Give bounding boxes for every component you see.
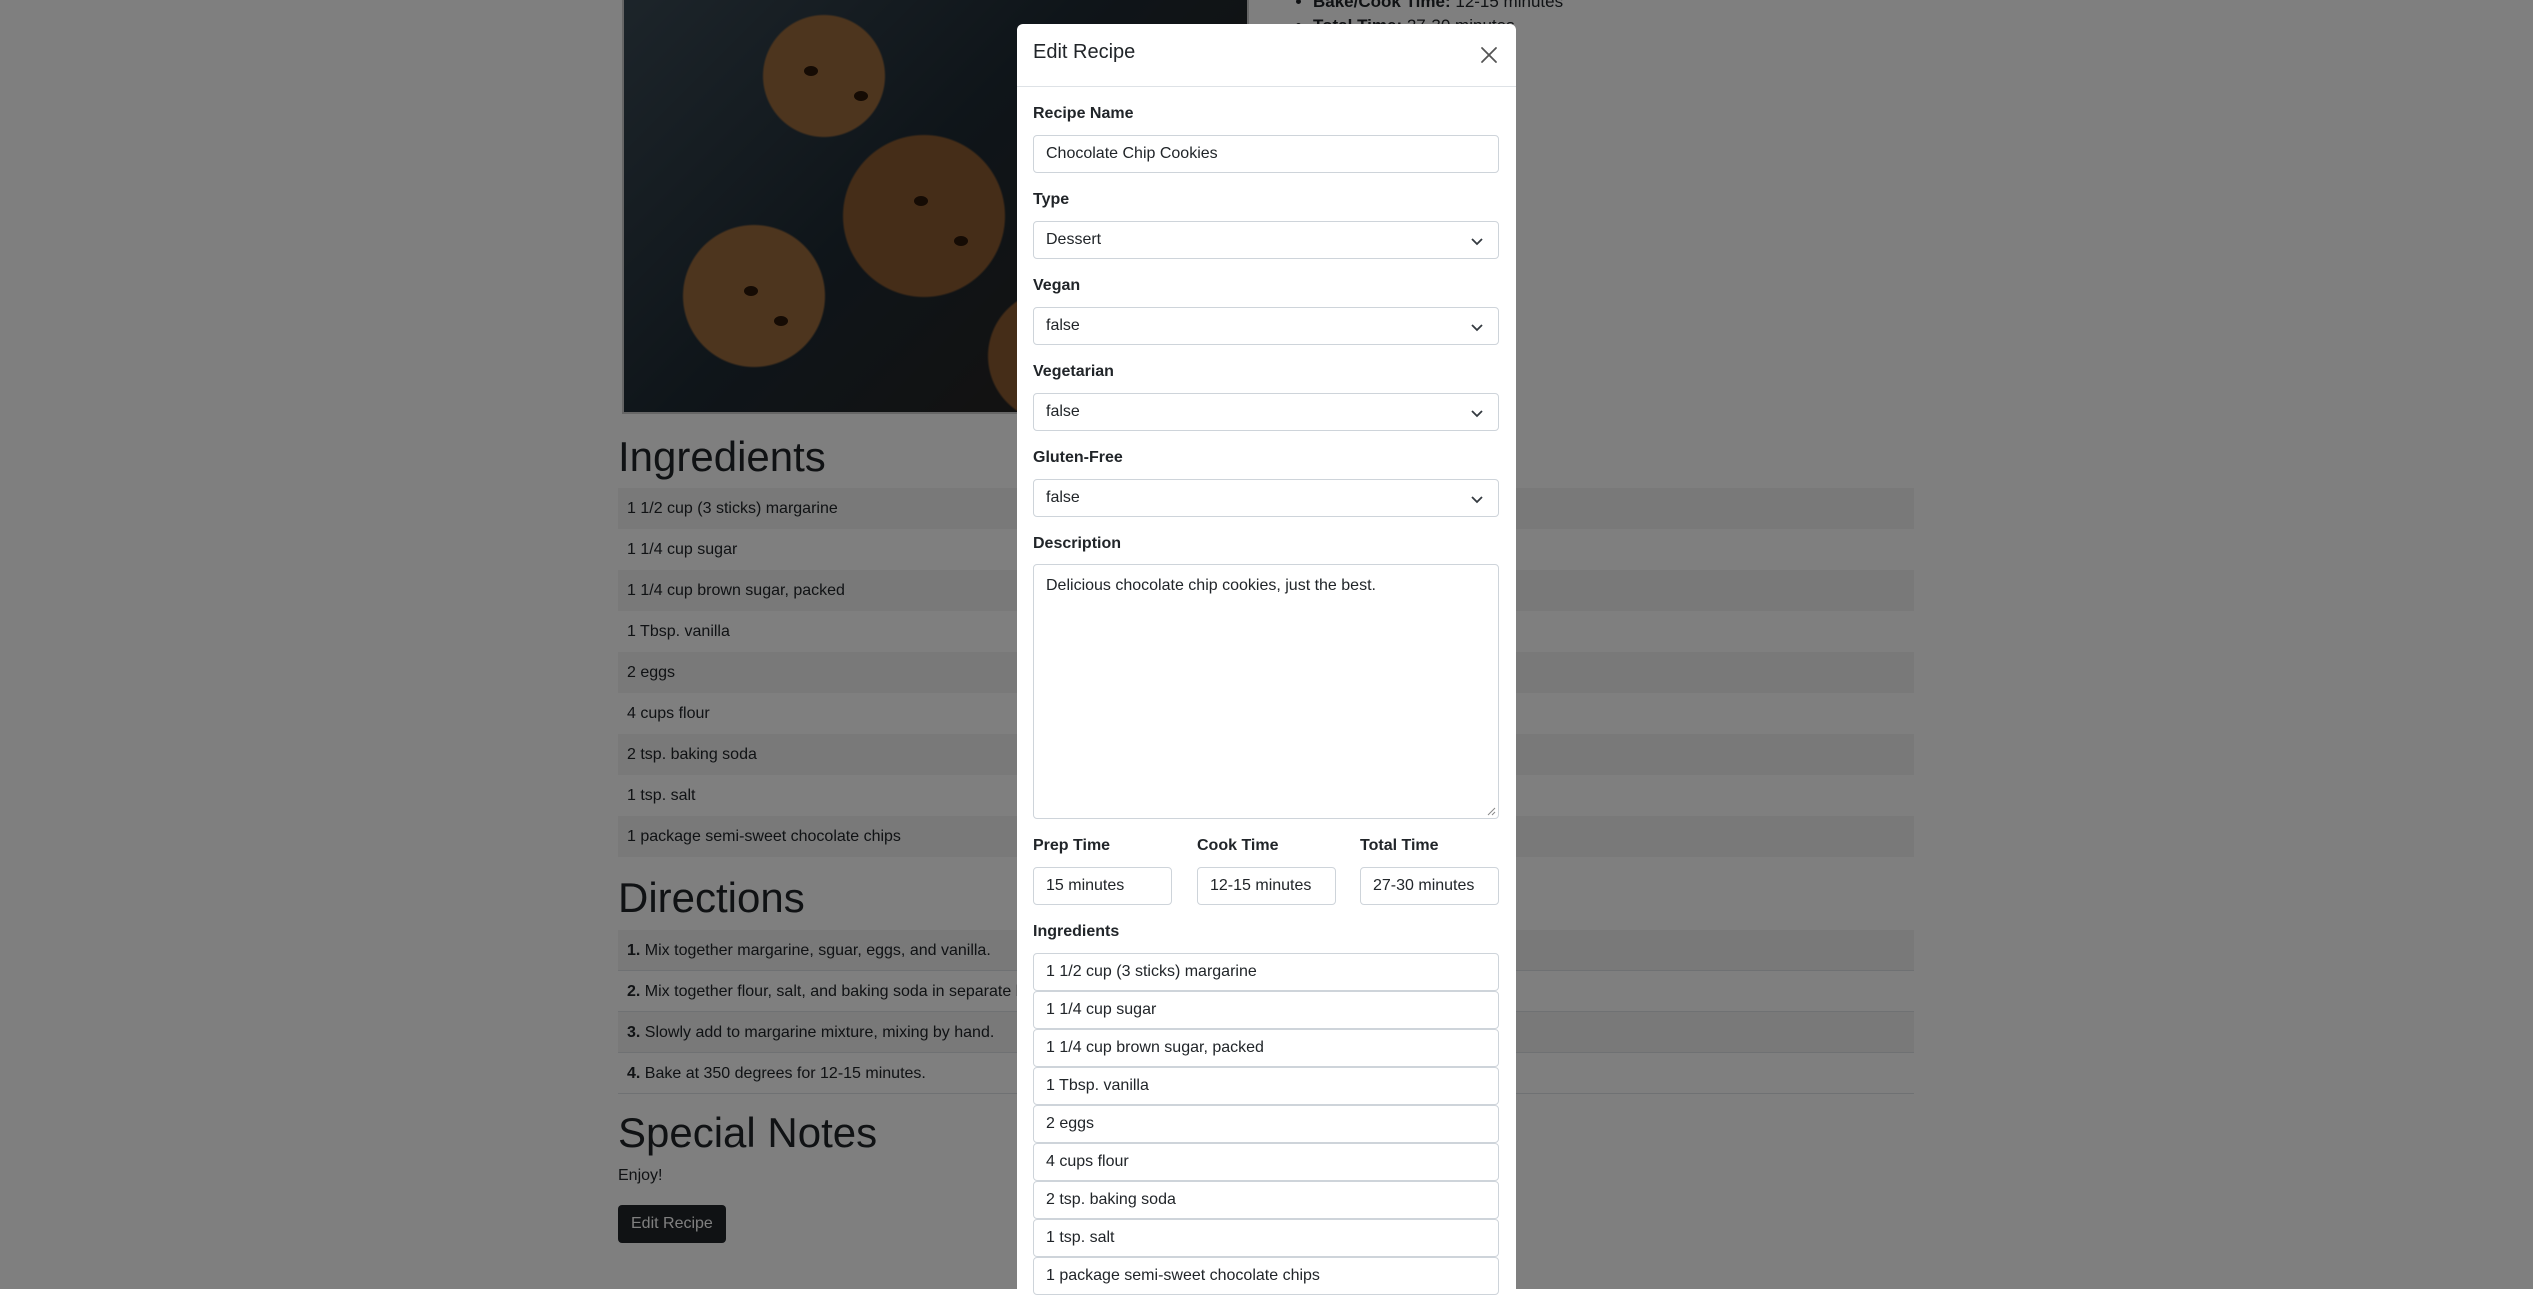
description-textarea[interactable]: Delicious chocolate chip cookies, just t… [1033, 564, 1499, 819]
chevron-down-icon [1471, 238, 1483, 246]
total-time-label: Total Time [1360, 837, 1439, 854]
ingredients-label: Ingredients [1033, 923, 1120, 940]
vegetarian-select[interactable]: false [1033, 393, 1499, 431]
type-select-value: Dessert [1046, 231, 1102, 248]
cook-time-label: Cook Time [1197, 837, 1279, 854]
prep-time-input[interactable]: 15 minutes [1033, 867, 1172, 905]
resize-grip-icon[interactable] [1486, 806, 1496, 816]
edit-recipe-modal: Edit Recipe Recipe Name Chocolate Chip C… [1017, 24, 1516, 1314]
total-time-input[interactable]: 27-30 minutes [1360, 867, 1499, 905]
vegan-select[interactable]: false [1033, 307, 1499, 345]
vegan-select-value: false [1046, 317, 1080, 334]
prep-time-label: Prep Time [1033, 837, 1111, 854]
recipe-name-label: Recipe Name [1033, 105, 1134, 122]
vegetarian-label: Vegetarian [1033, 363, 1114, 380]
ingredient-input[interactable]: 4 cups flour [1033, 1143, 1499, 1181]
chevron-down-icon [1471, 410, 1483, 418]
vegetarian-select-value: false [1046, 403, 1080, 420]
modal-header: Edit Recipe [1017, 24, 1516, 87]
description-label: Description [1033, 535, 1122, 552]
ingredient-input[interactable]: 1 package semi-sweet chocolate chips [1033, 1257, 1499, 1295]
ingredient-input[interactable]: 1 1/4 cup sugar [1033, 991, 1499, 1029]
gluten-free-select-value: false [1046, 489, 1080, 506]
ingredient-input[interactable]: 1 tsp. salt [1033, 1219, 1499, 1257]
ingredient-input[interactable]: 2 tsp. baking soda [1033, 1181, 1499, 1219]
recipe-name-input[interactable]: Chocolate Chip Cookies [1033, 135, 1499, 173]
chevron-down-icon [1471, 324, 1483, 332]
gluten-free-label: Gluten-Free [1033, 449, 1123, 466]
modal-title: Edit Recipe [1033, 41, 1136, 63]
vegan-label: Vegan [1033, 277, 1081, 294]
ingredient-input[interactable]: 1 1/2 cup (3 sticks) margarine [1033, 953, 1499, 991]
description-text: Delicious chocolate chip cookies, just t… [1046, 577, 1376, 594]
gluten-free-select[interactable]: false [1033, 479, 1499, 517]
ingredient-input[interactable]: 2 eggs [1033, 1105, 1499, 1143]
ingredient-input[interactable]: 1 Tbsp. vanilla [1033, 1067, 1499, 1105]
cook-time-input[interactable]: 12-15 minutes [1197, 867, 1336, 905]
chevron-down-icon [1471, 496, 1483, 504]
type-label: Type [1033, 191, 1070, 208]
ingredient-input[interactable]: 1 1/4 cup brown sugar, packed [1033, 1029, 1499, 1067]
close-icon[interactable] [1479, 45, 1499, 65]
type-select[interactable]: Dessert [1033, 221, 1499, 259]
